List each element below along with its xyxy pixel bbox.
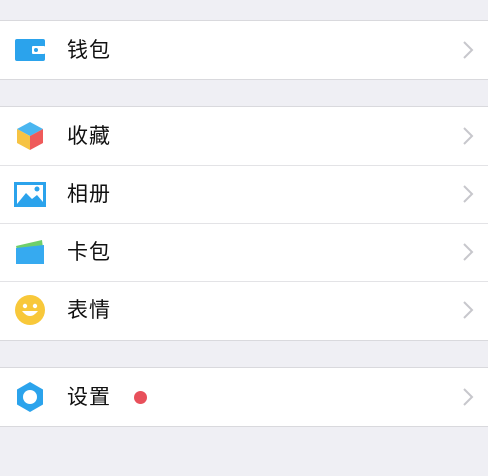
- menu-item-favorites[interactable]: 收藏: [0, 107, 488, 165]
- menu-group-settings: 设置: [0, 367, 488, 427]
- album-picture-icon: [14, 178, 46, 210]
- menu-item-label: 表情: [67, 298, 111, 322]
- menu-item-card-pack[interactable]: 卡包: [0, 223, 488, 281]
- menu-item-album[interactable]: 相册: [0, 165, 488, 223]
- chevron-right-icon: [462, 242, 474, 262]
- menu-item-wallet[interactable]: 钱包: [0, 21, 488, 79]
- menu-group-wallet: 钱包: [0, 20, 488, 80]
- menu-item-stickers[interactable]: 表情: [0, 281, 488, 339]
- wallet-icon: [14, 34, 46, 66]
- chevron-right-icon: [462, 184, 474, 204]
- favorites-cube-icon: [14, 120, 46, 152]
- smiley-face-icon: [14, 294, 46, 326]
- notification-dot-badge: [134, 391, 147, 404]
- chevron-right-icon: [462, 300, 474, 320]
- menu-item-label: 卡包: [67, 240, 111, 264]
- chevron-right-icon: [462, 387, 474, 407]
- menu-item-settings[interactable]: 设置: [0, 368, 488, 426]
- card-pack-icon: [14, 236, 46, 268]
- menu-item-label: 钱包: [67, 38, 111, 62]
- menu-item-label: 相册: [67, 182, 111, 206]
- menu-group-main: 收藏 相册 卡包 表情: [0, 106, 488, 341]
- chevron-right-icon: [462, 40, 474, 60]
- menu-item-label: 设置: [67, 385, 111, 409]
- menu-item-label: 收藏: [67, 124, 111, 148]
- settings-gear-icon: [14, 381, 46, 413]
- chevron-right-icon: [462, 126, 474, 146]
